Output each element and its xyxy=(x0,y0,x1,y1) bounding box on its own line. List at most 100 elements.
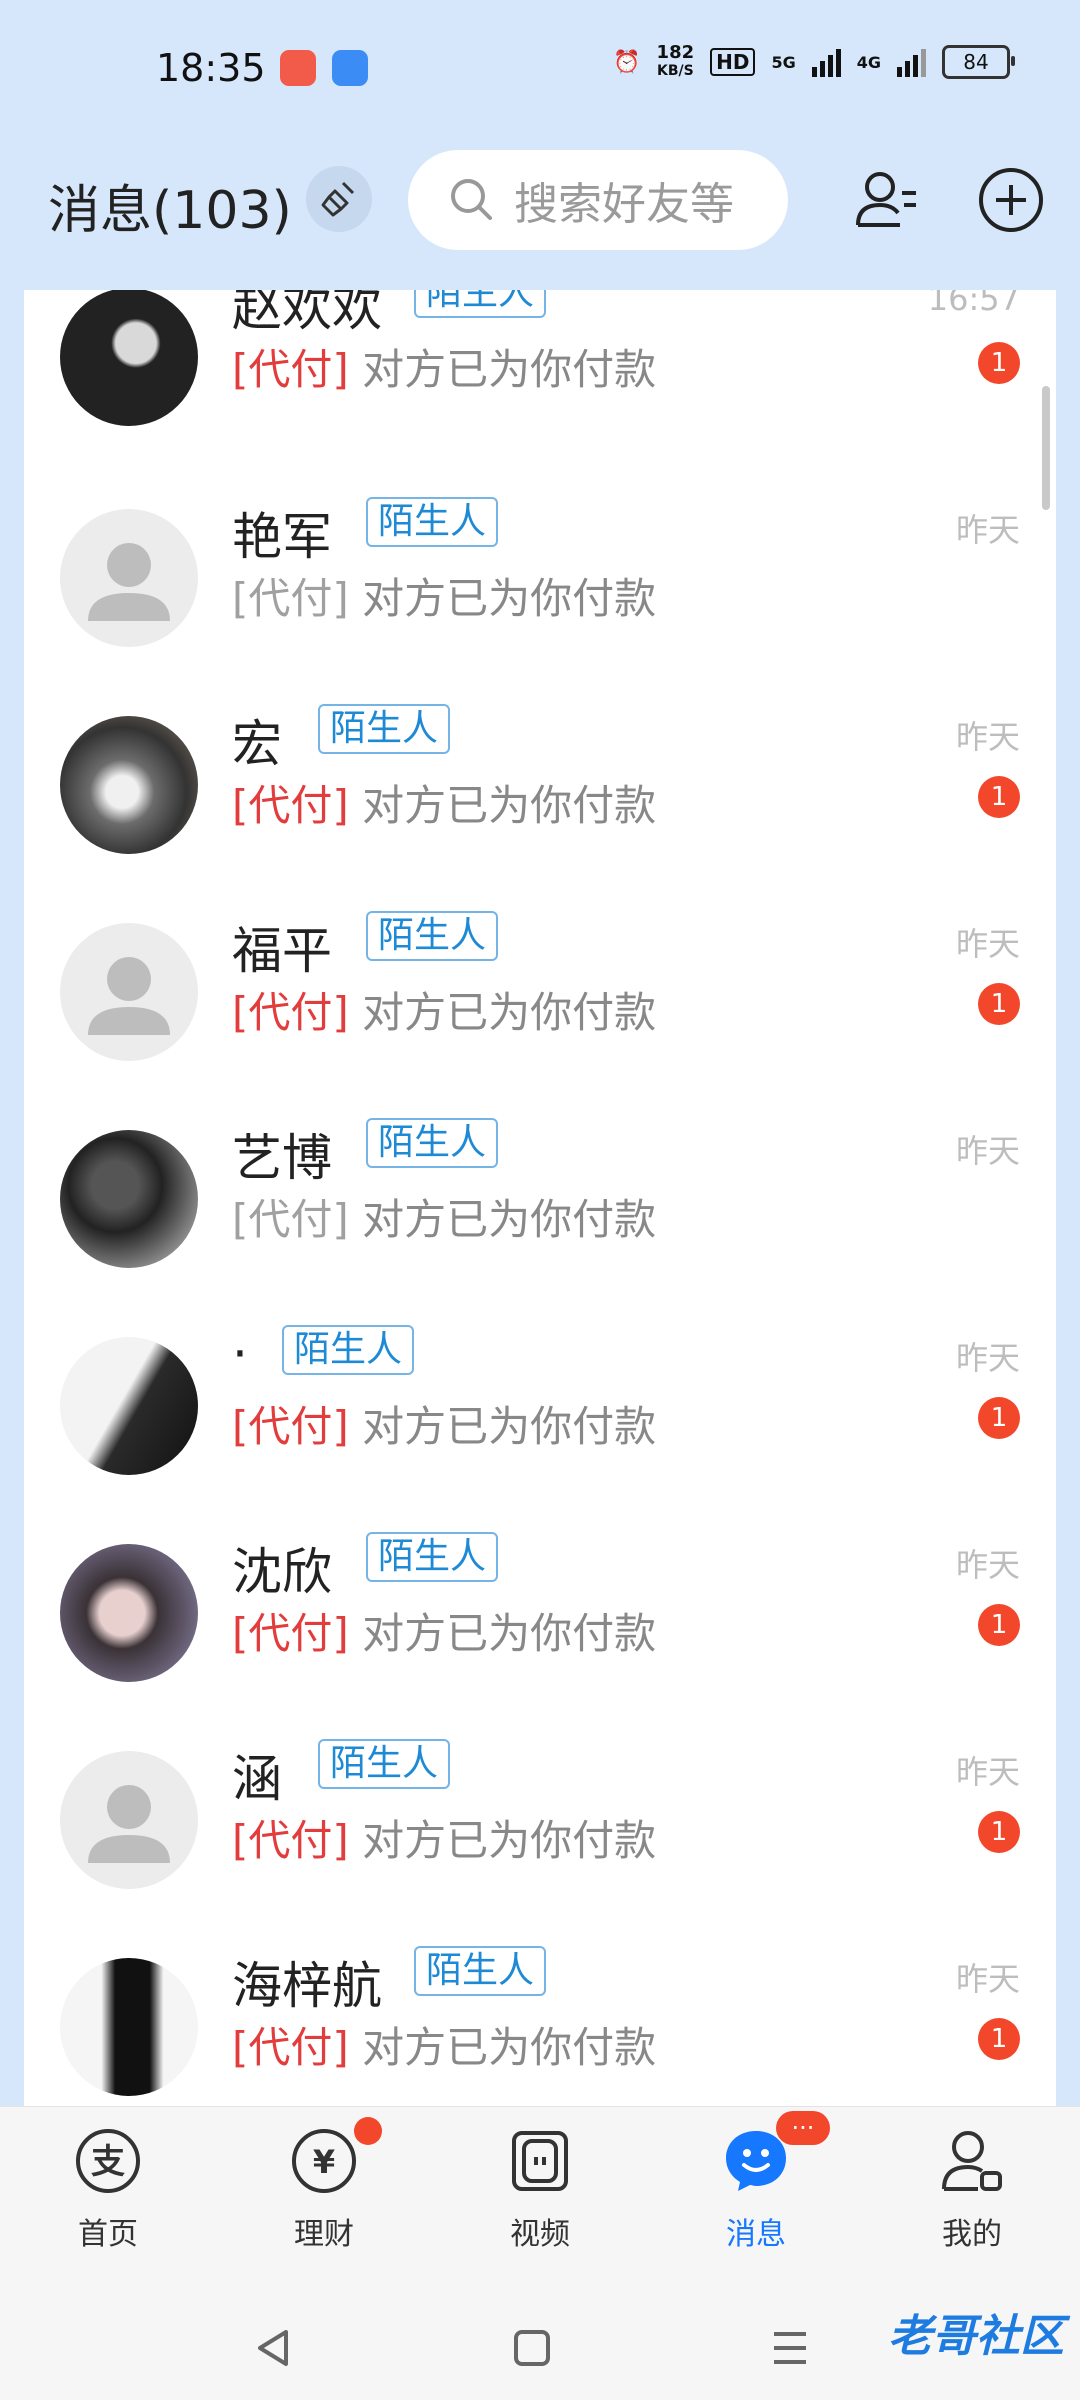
contact-name: 赵欢欢 xyxy=(232,290,382,337)
yen-icon: ¥ xyxy=(292,2129,356,2193)
message-time: 昨天 xyxy=(955,1960,1020,1998)
message-preview: [代付] 对方已为你付款 xyxy=(232,1393,656,1454)
conversation-row[interactable]: 沈欣 陌生人 [代付] 对方已为你付款 昨天 1 xyxy=(24,1510,1056,1717)
search-input[interactable]: 搜索好友等 xyxy=(408,150,788,250)
default-avatar-icon xyxy=(88,543,170,621)
default-avatar-icon xyxy=(88,1785,170,1863)
unread-badge: 1 xyxy=(978,776,1020,818)
notification-app-icon-blue xyxy=(332,50,368,86)
preview-prefix: [代付] xyxy=(232,988,349,1037)
contact-name: 艺博 xyxy=(232,1129,332,1187)
tab-label: 首页 xyxy=(78,2217,138,2252)
contact-name: 涵 xyxy=(232,1750,282,1808)
preview-prefix: [代付] xyxy=(232,1402,349,1451)
stranger-tag: 陌生人 xyxy=(366,1532,499,1582)
stranger-tag: 陌生人 xyxy=(414,290,547,318)
preview-prefix: [代付] xyxy=(232,1816,349,1865)
tab-label: 消息 xyxy=(726,2217,786,2252)
conversation-row[interactable]: 宏 陌生人 [代付] 对方已为你付款 昨天 1 xyxy=(24,682,1056,889)
contact-name: 艳军 xyxy=(232,508,332,566)
conversation-row[interactable]: 艳军 陌生人 [代付] 对方已为你付款 昨天 xyxy=(24,475,1056,682)
tab-finance[interactable]: ¥ 理财 xyxy=(254,2117,394,2285)
tab-profile-icon-wrap xyxy=(936,2125,1008,2197)
tab-profile[interactable]: 我的 xyxy=(902,2125,1042,2285)
conversation-row[interactable]: 海梓航 陌生人 [代付] 对方已为你付款 昨天 1 xyxy=(24,1924,1056,2106)
contacts-icon xyxy=(856,172,916,227)
hd-icon: HD xyxy=(710,48,756,76)
message-time: 16:57 xyxy=(927,290,1020,318)
tab-video[interactable]: 视频 xyxy=(470,2125,610,2285)
conversation-row[interactable]: · 陌生人 [代付] 对方已为你付款 昨天 1 xyxy=(24,1303,1056,1510)
stranger-tag: 陌生人 xyxy=(366,1118,499,1168)
unread-badge: 1 xyxy=(978,1604,1020,1646)
tab-messages[interactable]: ··· 消息 xyxy=(686,2111,830,2285)
avatar xyxy=(60,1337,198,1475)
preview-text: 对方已为你付款 xyxy=(348,1195,657,1244)
preview-prefix: [代付] xyxy=(232,2023,349,2072)
bottom-tab-bar: 支 首页 ¥ 理财 视频 ··· 消息 我的 xyxy=(0,2106,1080,2297)
avatar xyxy=(60,923,198,1061)
conversation-row[interactable]: 赵欢欢 陌生人 [代付] 对方已为你付款 16:57 1 xyxy=(24,290,1056,475)
alipay-icon: 支 xyxy=(76,2129,140,2193)
net-speed: 182 KB/S xyxy=(656,42,695,80)
alarm-icon: ⏰ xyxy=(613,49,641,75)
preview-text: 对方已为你付款 xyxy=(348,1609,657,1658)
notification-app-icon-red xyxy=(280,50,316,86)
preview-text: 对方已为你付款 xyxy=(348,781,657,830)
contact-name: · xyxy=(232,1325,248,1383)
message-preview: [代付] 对方已为你付款 xyxy=(232,1186,656,1247)
avatar xyxy=(60,290,198,426)
video-icon xyxy=(512,2131,568,2191)
stranger-tag: 陌生人 xyxy=(366,911,499,961)
home-icon[interactable] xyxy=(510,2326,554,2370)
stranger-tag: 陌生人 xyxy=(282,1325,415,1375)
unread-badge: 1 xyxy=(978,1397,1020,1439)
clear-unread-button[interactable] xyxy=(306,166,372,232)
message-preview: [代付] 对方已为你付款 xyxy=(232,1600,656,1661)
contacts-button[interactable] xyxy=(852,165,922,235)
page-title: 消息(103) xyxy=(48,181,292,241)
net-4g-label: 4G xyxy=(856,52,881,72)
profile-icon xyxy=(942,2131,1002,2191)
message-time: 昨天 xyxy=(955,1753,1020,1791)
tab-home-icon-wrap: 支 xyxy=(72,2125,144,2197)
add-button[interactable] xyxy=(976,165,1046,235)
avatar xyxy=(60,1544,198,1682)
unread-badge: 1 xyxy=(978,983,1020,1025)
message-time: 昨天 xyxy=(955,718,1020,756)
tab-home[interactable]: 支 首页 xyxy=(38,2125,178,2285)
recents-icon[interactable] xyxy=(768,2326,812,2370)
conversation-row[interactable]: 福平 陌生人 [代付] 对方已为你付款 昨天 1 xyxy=(24,889,1056,1096)
message-preview: [代付] 对方已为你付款 xyxy=(232,772,656,833)
tab-messages-icon-wrap: ··· xyxy=(720,2111,830,2197)
message-time: 昨天 xyxy=(955,511,1020,549)
watermark-logo: 老哥社区 xyxy=(888,2311,1064,2362)
tab-label: 视频 xyxy=(510,2217,570,2252)
message-time: 昨天 xyxy=(955,925,1020,963)
preview-text: 对方已为你付款 xyxy=(348,1402,657,1451)
svg-text:支: 支 xyxy=(91,2142,125,2182)
search-placeholder: 搜索好友等 xyxy=(514,179,734,230)
stranger-tag: 陌生人 xyxy=(414,1946,547,1996)
message-time: 昨天 xyxy=(955,1132,1020,1170)
avatar xyxy=(60,1751,198,1889)
conversation-row[interactable]: 涵 陌生人 [代付] 对方已为你付款 昨天 1 xyxy=(24,1717,1056,1924)
preview-text: 对方已为你付款 xyxy=(348,988,657,1037)
preview-prefix: [代付] xyxy=(232,574,349,623)
signal-icon-2 xyxy=(897,47,926,77)
avatar xyxy=(60,1130,198,1268)
contact-name: 海梓航 xyxy=(232,1957,382,2015)
broom-icon xyxy=(321,181,355,217)
contact-name: 福平 xyxy=(232,922,332,980)
conversation-row[interactable]: 艺博 陌生人 [代付] 对方已为你付款 昨天 xyxy=(24,1096,1056,1303)
back-icon[interactable] xyxy=(252,2326,296,2370)
conversation-list[interactable]: 赵欢欢 陌生人 [代付] 对方已为你付款 16:57 1 艳军 陌生人 [代付]… xyxy=(24,290,1056,2106)
preview-text: 对方已为你付款 xyxy=(348,574,657,623)
unread-badge: 1 xyxy=(978,2018,1020,2060)
notification-dot xyxy=(354,2117,382,2145)
message-preview: [代付] 对方已为你付款 xyxy=(232,2014,656,2075)
battery-level: 84 xyxy=(963,50,989,74)
avatar xyxy=(60,1958,198,2096)
contact-name: 沈欣 xyxy=(232,1543,332,1601)
tab-label: 我的 xyxy=(942,2217,1002,2252)
